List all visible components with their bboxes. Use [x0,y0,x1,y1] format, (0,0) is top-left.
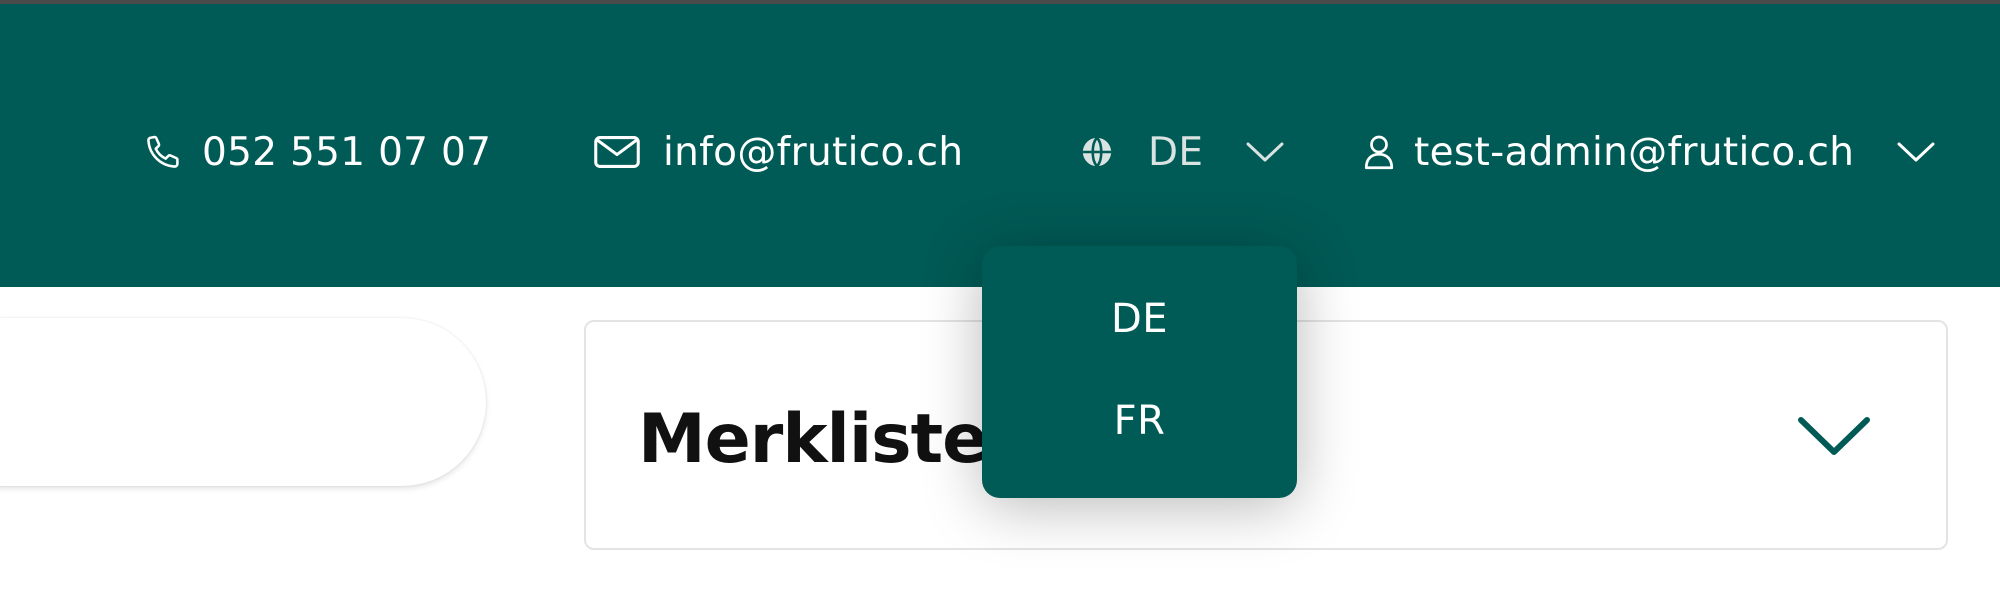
current-language: DE [1148,129,1204,175]
language-dropdown-menu: DE FR [982,246,1297,498]
top-header-bar: 052 551 07 07 info@frutico.ch DE test-ad… [0,4,2000,287]
search-input[interactable] [0,318,486,486]
phone-icon [144,132,182,172]
language-switcher[interactable]: DE [1080,122,1285,182]
email-link[interactable]: info@frutico.ch [593,122,963,182]
phone-link[interactable]: 052 551 07 07 [144,122,491,182]
mail-icon [593,135,641,169]
language-option-de[interactable]: DE [982,296,1297,342]
chevron-down-icon [1896,140,1936,164]
merkliste-title: Merkliste [638,400,988,479]
globe-icon [1080,135,1114,169]
phone-number: 052 551 07 07 [202,129,492,175]
account-email: test-admin@frutico.ch [1414,129,1855,175]
email-address: info@frutico.ch [663,129,964,175]
chevron-down-icon [1245,140,1285,164]
chevron-down-icon[interactable] [1796,414,1872,462]
user-icon [1364,134,1394,170]
language-option-fr[interactable]: FR [982,398,1297,444]
account-menu[interactable]: test-admin@frutico.ch [1364,122,1936,182]
